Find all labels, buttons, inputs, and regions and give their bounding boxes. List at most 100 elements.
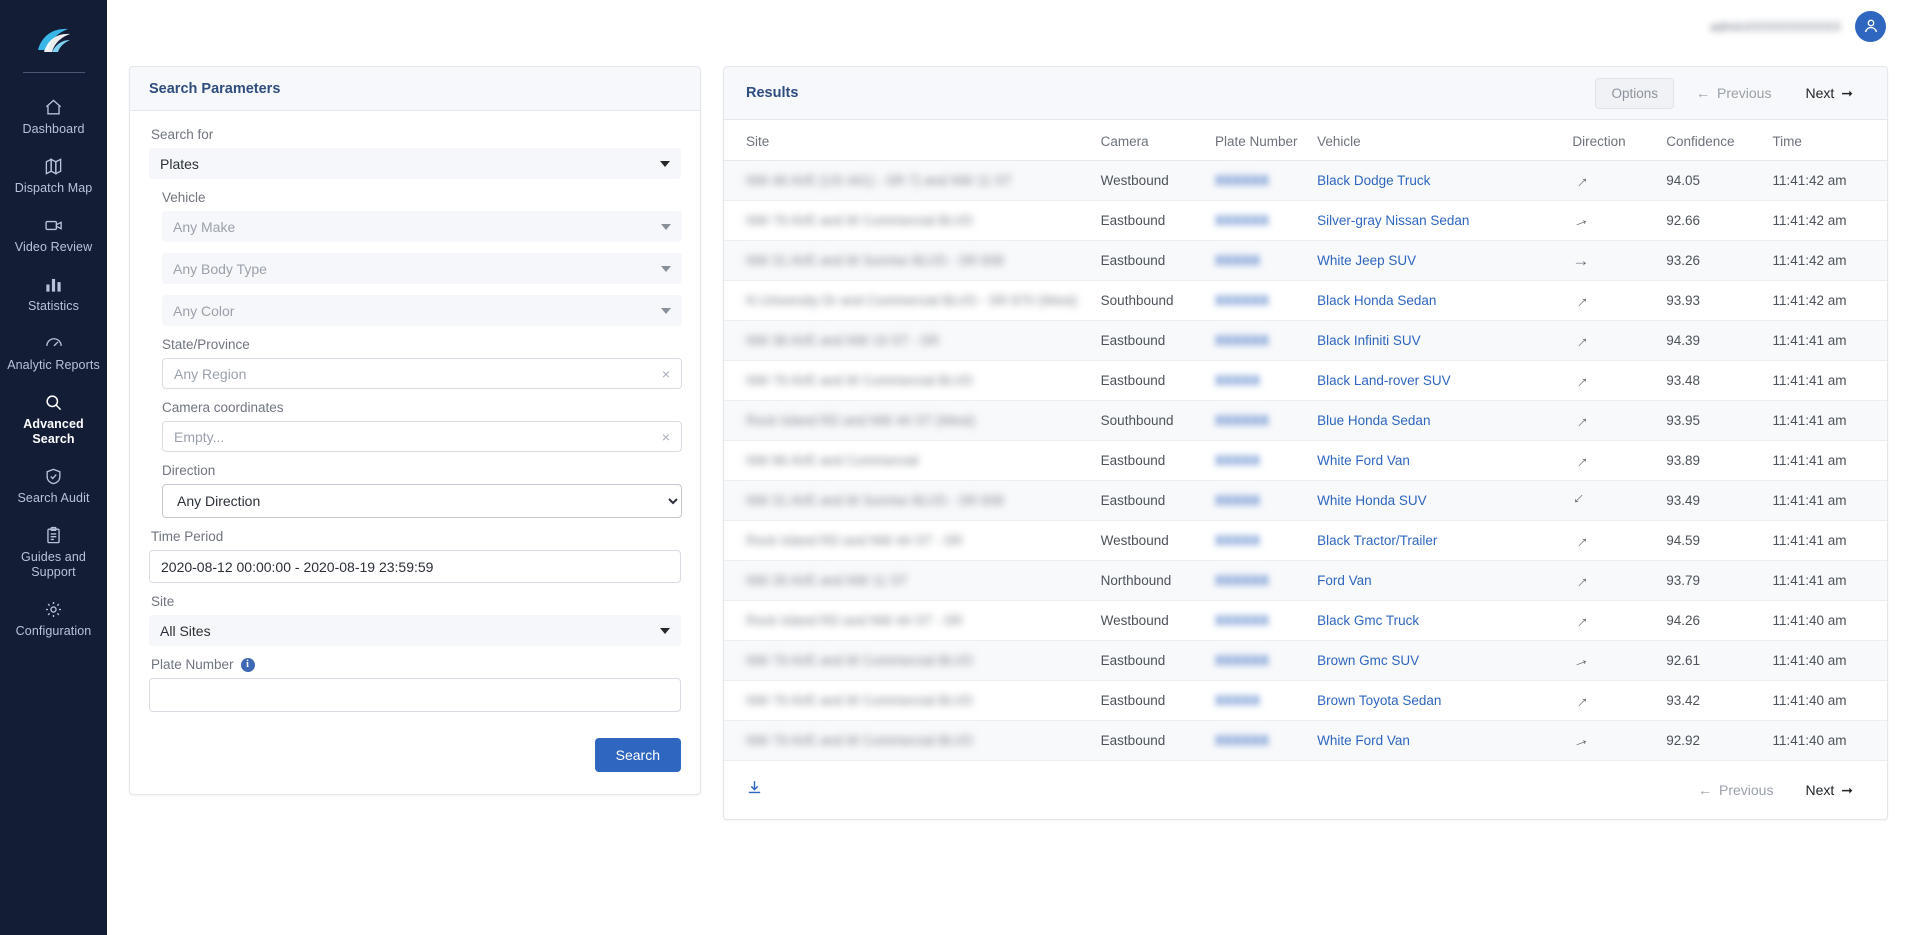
table-row[interactable]: NW 31 AVE and W Sunrise BLVD - SR 838Eas…: [724, 241, 1887, 281]
table-row[interactable]: NW 38 AVE and NW 19 ST - SREastboundXXXX…: [724, 321, 1887, 361]
table-row[interactable]: NW 79 AVE and W Commercial BLVDEastbound…: [724, 361, 1887, 401]
sidebar-item-statistics[interactable]: Statistics: [0, 264, 107, 323]
cell-plate[interactable]: XXXXX: [1207, 441, 1309, 481]
cell-vehicle[interactable]: Brown Toyota Sedan: [1309, 681, 1564, 721]
vehicle-link[interactable]: Black Infiniti SUV: [1317, 333, 1421, 348]
cell-vehicle[interactable]: White Ford Van: [1309, 441, 1564, 481]
clear-icon[interactable]: ×: [662, 430, 670, 444]
cell-plate[interactable]: XXXXX: [1207, 481, 1309, 521]
cell-plate[interactable]: XXXXX: [1207, 241, 1309, 281]
previous-button-bottom[interactable]: ← Previous: [1686, 775, 1785, 805]
plate-number-input[interactable]: [149, 678, 681, 712]
cell-plate[interactable]: XXXXX: [1207, 521, 1309, 561]
cell-plate[interactable]: XXXXXX: [1207, 281, 1309, 321]
cell-plate[interactable]: XXXXXX: [1207, 561, 1309, 601]
time-period-input[interactable]: 2020-08-12 00:00:00 - 2020-08-19 23:59:5…: [149, 550, 681, 583]
cell-plate[interactable]: XXXXX: [1207, 361, 1309, 401]
column-header-site[interactable]: Site: [724, 120, 1093, 161]
vehicle-link[interactable]: White Ford Van: [1317, 733, 1410, 748]
vehicle-link[interactable]: Black Land-rover SUV: [1317, 373, 1451, 388]
vehicle-link[interactable]: Black Tractor/Trailer: [1317, 533, 1437, 548]
table-row[interactable]: NW 31 AVE and W Sunrise BLVD - SR 838Eas…: [724, 481, 1887, 521]
column-header-vehicle[interactable]: Vehicle: [1309, 120, 1564, 161]
vehicle-link[interactable]: Brown Toyota Sedan: [1317, 693, 1441, 708]
sidebar-item-video-review[interactable]: Video Review: [0, 205, 107, 264]
vehicle-body-type-select[interactable]: Any Body Type: [162, 253, 682, 284]
cell-vehicle[interactable]: Black Land-rover SUV: [1309, 361, 1564, 401]
cell-vehicle[interactable]: Brown Gmc SUV: [1309, 641, 1564, 681]
search-for-select[interactable]: Plates: [149, 148, 681, 179]
sidebar-item-search-audit[interactable]: Search Audit: [0, 456, 107, 515]
column-header-time[interactable]: Time: [1764, 120, 1887, 161]
clear-icon[interactable]: ×: [662, 367, 670, 381]
cell-plate[interactable]: XXXXXX: [1207, 401, 1309, 441]
table-row[interactable]: NW 79 AVE and W Commercial BLVDEastbound…: [724, 681, 1887, 721]
vehicle-link[interactable]: Brown Gmc SUV: [1317, 653, 1419, 668]
options-button[interactable]: Options: [1595, 78, 1674, 109]
vehicle-link[interactable]: Blue Honda Sedan: [1317, 413, 1430, 428]
cell-plate[interactable]: XXXXXX: [1207, 321, 1309, 361]
cell-vehicle[interactable]: White Ford Van: [1309, 721, 1564, 761]
column-header-camera[interactable]: Camera: [1093, 120, 1207, 161]
results-header: Results Options ← Previous Next ➞: [724, 67, 1887, 120]
vehicle-link[interactable]: Ford Van: [1317, 573, 1372, 588]
sidebar-item-dispatch-map[interactable]: Dispatch Map: [0, 146, 107, 205]
sidebar-item-configuration[interactable]: Configuration: [0, 589, 107, 648]
vehicle-link[interactable]: Black Gmc Truck: [1317, 613, 1419, 628]
vehicle-make-select[interactable]: Any Make: [162, 211, 682, 242]
cell-plate[interactable]: XXXXXX: [1207, 721, 1309, 761]
cell-plate[interactable]: XXXXXX: [1207, 641, 1309, 681]
cell-vehicle[interactable]: Black Infiniti SUV: [1309, 321, 1564, 361]
next-button-bottom[interactable]: Next ➞: [1793, 775, 1865, 806]
cell-vehicle[interactable]: White Honda SUV: [1309, 481, 1564, 521]
column-header-confidence[interactable]: Confidence: [1658, 120, 1764, 161]
sidebar-item-guides-and-support[interactable]: Guides and Support: [0, 515, 107, 589]
site-value: NW 79 AVE and W Commercial BLVD: [746, 373, 973, 388]
sidebar-item-advanced-search[interactable]: Advanced Search: [0, 382, 107, 456]
table-row[interactable]: Rock Island RD and NW 44 ST - SRWestboun…: [724, 521, 1887, 561]
info-icon[interactable]: i: [241, 658, 255, 672]
cell-vehicle[interactable]: Silver-gray Nissan Sedan: [1309, 201, 1564, 241]
cell-vehicle[interactable]: Blue Honda Sedan: [1309, 401, 1564, 441]
cell-plate[interactable]: XXXXXX: [1207, 201, 1309, 241]
table-row[interactable]: NW 79 AVE and W Commercial BLVDEastbound…: [724, 641, 1887, 681]
table-row[interactable]: NW 79 AVE and W Commercial BLVDEastbound…: [724, 721, 1887, 761]
cell-vehicle[interactable]: Ford Van: [1309, 561, 1564, 601]
vehicle-link[interactable]: White Jeep SUV: [1317, 253, 1416, 268]
cell-vehicle[interactable]: Black Honda Sedan: [1309, 281, 1564, 321]
direction-select[interactable]: Any Direction: [162, 484, 682, 518]
table-row[interactable]: NW 79 AVE and W Commercial BLVDEastbound…: [724, 201, 1887, 241]
vehicle-link[interactable]: Black Honda Sedan: [1317, 293, 1436, 308]
cell-vehicle[interactable]: Black Gmc Truck: [1309, 601, 1564, 641]
table-row[interactable]: Rock Island RD and NW 44 ST (West)Southb…: [724, 401, 1887, 441]
column-header-plate[interactable]: Plate Number: [1207, 120, 1309, 161]
vehicle-link[interactable]: White Honda SUV: [1317, 493, 1427, 508]
column-header-direction[interactable]: Direction: [1564, 120, 1658, 161]
state-province-select[interactable]: Any Region ×: [162, 358, 682, 389]
search-button[interactable]: Search: [595, 738, 681, 772]
cell-plate[interactable]: XXXXX: [1207, 681, 1309, 721]
site-select[interactable]: All Sites: [149, 615, 681, 646]
app-logo[interactable]: [0, 14, 107, 66]
vehicle-link[interactable]: Silver-gray Nissan Sedan: [1317, 213, 1469, 228]
sidebar-item-analytic-reports[interactable]: Analytic Reports: [0, 323, 107, 382]
camera-coordinates-select[interactable]: Empty... ×: [162, 421, 682, 452]
vehicle-link[interactable]: White Ford Van: [1317, 453, 1410, 468]
table-row[interactable]: NW 86 AVE and CommercialEastboundXXXXXWh…: [724, 441, 1887, 481]
previous-button-top[interactable]: ← Previous: [1684, 78, 1783, 108]
vehicle-link[interactable]: Black Dodge Truck: [1317, 173, 1430, 188]
table-row[interactable]: NW 46 AVE (US 441) - SR 7) and NW 11 STW…: [724, 161, 1887, 201]
next-button-top[interactable]: Next ➞: [1793, 78, 1865, 109]
table-row[interactable]: NW 26 AVE and NW 11 STNorthboundXXXXXXFo…: [724, 561, 1887, 601]
table-row[interactable]: Rock Island RD and NW 44 ST - SRWestboun…: [724, 601, 1887, 641]
cell-plate[interactable]: XXXXXX: [1207, 601, 1309, 641]
cell-vehicle[interactable]: Black Tractor/Trailer: [1309, 521, 1564, 561]
user-avatar-icon[interactable]: [1855, 11, 1886, 42]
vehicle-color-select[interactable]: Any Color: [162, 295, 682, 326]
download-icon[interactable]: [746, 779, 763, 801]
cell-plate[interactable]: XXXXXX: [1207, 161, 1309, 201]
table-row[interactable]: N University Dr and Commercial BLVD - SR…: [724, 281, 1887, 321]
cell-vehicle[interactable]: Black Dodge Truck: [1309, 161, 1564, 201]
cell-vehicle[interactable]: White Jeep SUV: [1309, 241, 1564, 281]
sidebar-item-dashboard[interactable]: Dashboard: [0, 87, 107, 146]
